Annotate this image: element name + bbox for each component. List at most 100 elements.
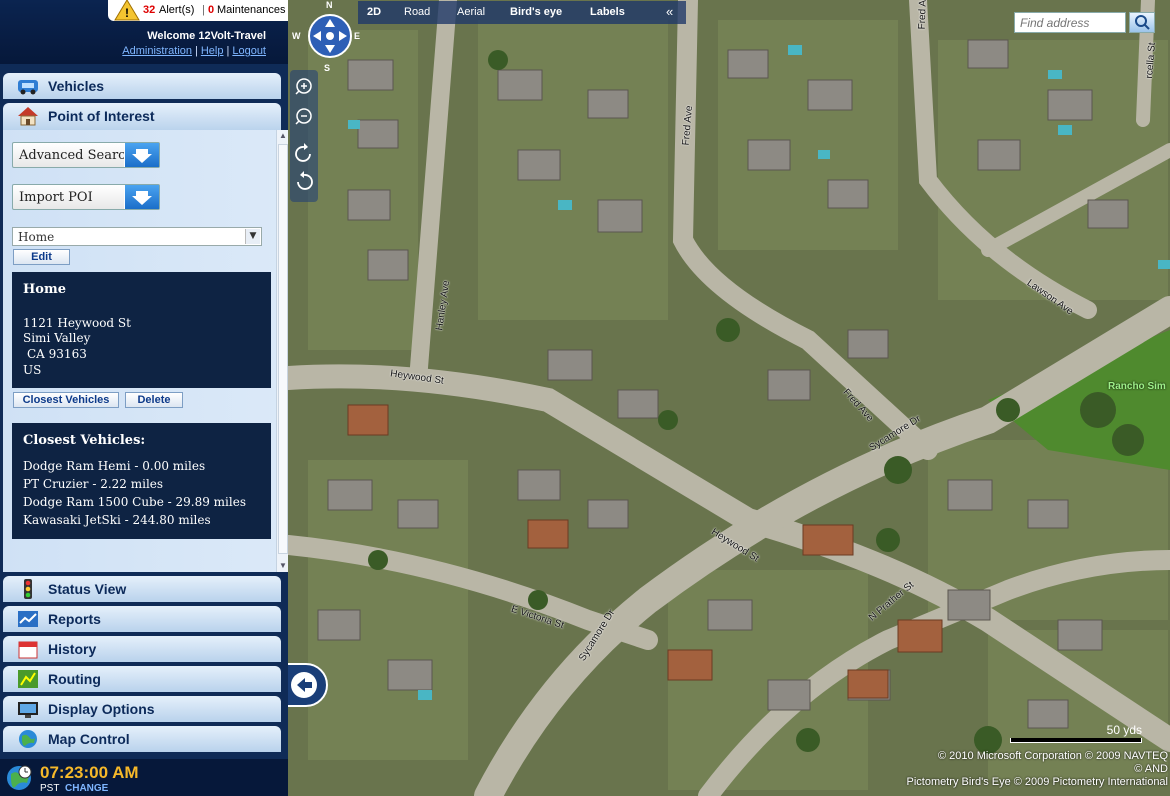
closest-vehicles-panel: Closest Vehicles: Dodge Ram Hemi - 0.00 …	[12, 423, 271, 539]
arrow-down-icon	[124, 185, 159, 209]
map-mode-aerial[interactable]: Aerial	[457, 6, 485, 18]
app-window: ! 32 Alert(s) | 0 Maintenances Welcome 1…	[0, 0, 1170, 796]
nav-status-view[interactable]: Status View	[3, 576, 281, 602]
closest-vehicles-button[interactable]: Closest Vehicles	[13, 392, 119, 408]
nav-display-options[interactable]: Display Options	[3, 696, 281, 722]
globe-icon	[19, 730, 37, 748]
map-mode-2d[interactable]: 2D	[367, 6, 381, 18]
compass-east: E	[354, 31, 361, 41]
delete-button[interactable]: Delete	[125, 392, 183, 408]
map-scale-label: 50 yds	[1106, 723, 1142, 737]
change-timezone-link[interactable]: CHANGE	[65, 783, 108, 794]
clock-timezone: PST	[40, 783, 60, 794]
sidebar: ! 32 Alert(s) | 0 Maintenances Welcome 1…	[0, 0, 289, 796]
traffic-light-icon	[24, 579, 32, 599]
maintenance-label[interactable]: Maintenances	[217, 4, 286, 16]
poi-detail: Home 1121 Heywood St Simi Valley CA 9316…	[12, 272, 271, 388]
poi-state-zip: CA 93163	[27, 347, 87, 361]
closest-vehicle-item: Kawasaki JetSki - 244.80 miles	[23, 513, 211, 527]
separator: |	[195, 45, 198, 57]
alert-count[interactable]: 32	[143, 4, 155, 16]
closest-vehicles-title: Closest Vehicles:	[23, 433, 146, 448]
credit-line: © 2010 Microsoft Corporation © 2009 NAVT…	[938, 750, 1168, 762]
alert-label[interactable]: Alert(s)	[159, 4, 194, 16]
nav-history[interactable]: History	[3, 636, 281, 662]
clock-bar: 07:23:00 AM PST CHANGE	[0, 759, 288, 796]
compass-north: N	[326, 0, 333, 10]
aerial-map-image[interactable]	[288, 0, 1170, 796]
map-mode-road[interactable]: Road	[404, 6, 430, 18]
poi-street: 1121 Heywood St	[23, 316, 131, 330]
street-label: Fred Ave	[916, 0, 930, 30]
calendar-icon	[18, 641, 38, 659]
search-button[interactable]	[1129, 12, 1155, 33]
nav-vehicles-label: Vehicles	[48, 78, 105, 94]
nav-map-control[interactable]: Map Control	[3, 726, 281, 752]
nav-display-options-label: Display Options	[48, 701, 155, 717]
import-poi-button[interactable]: Import POI	[12, 184, 160, 210]
map-toolbar: 2D Road Aerial Bird's eye Labels «	[358, 1, 686, 24]
map-view[interactable]: Heywood St Heywood St Hanley Ave Fred Av…	[288, 0, 1170, 796]
alert-icon[interactable]: !	[114, 0, 140, 21]
map-mode-birds-eye[interactable]: Bird's eye	[510, 6, 562, 18]
edit-button[interactable]: Edit	[13, 249, 70, 265]
nav-reports-label: Reports	[48, 611, 101, 627]
search-icon	[1135, 15, 1150, 30]
import-poi-label: Import POI	[19, 190, 93, 205]
poi-city: Simi Valley	[23, 331, 91, 345]
poi-panel: Advanced Search Import POI Home ▼ Edit H…	[3, 130, 289, 572]
rotate-counterclockwise-icon[interactable]	[297, 171, 313, 190]
nav-history-label: History	[48, 641, 97, 657]
welcome-text: Welcome 12Volt-Travel	[147, 30, 266, 42]
nav-vehicles[interactable]: Vehicles	[3, 73, 281, 99]
maintenance-count[interactable]: 0	[208, 4, 214, 16]
clock-globe-icon	[7, 765, 32, 790]
svg-text:!: !	[125, 6, 129, 20]
scroll-thumb[interactable]	[278, 144, 288, 554]
nav-map-control-label: Map Control	[48, 731, 130, 747]
map-scale-bar	[1010, 738, 1142, 743]
car-icon	[18, 80, 38, 95]
credit-line: © AND	[1134, 763, 1168, 775]
nav-status-view-label: Status View	[48, 581, 127, 597]
nav-poi[interactable]: Point of Interest	[3, 103, 281, 131]
nav-reports[interactable]: Reports	[3, 606, 281, 632]
zoom-out-icon[interactable]	[295, 108, 312, 125]
logout-link[interactable]: Logout	[232, 45, 266, 57]
chevron-down-icon[interactable]: ▼	[245, 229, 260, 244]
find-address-input[interactable]	[1014, 12, 1126, 33]
arrow-left-icon	[291, 672, 317, 698]
arrow-down-icon	[124, 143, 159, 167]
map-credits: © 2010 Microsoft Corporation © 2009 NAVT…	[858, 750, 1168, 789]
house-icon	[18, 107, 38, 126]
display-icon	[18, 702, 38, 718]
map-labels-toggle[interactable]: Labels	[590, 6, 625, 18]
poi-select-value: Home	[18, 230, 55, 244]
alert-bar[interactable]: ! 32 Alert(s) | 0 Maintenances	[108, 0, 288, 21]
nav-poi-label: Point of Interest	[48, 108, 155, 124]
nav-routing-label: Routing	[48, 671, 101, 687]
poi-name: Home	[23, 282, 66, 297]
compass-west: W	[292, 31, 301, 41]
chart-icon	[18, 611, 38, 627]
separator: |	[202, 4, 205, 16]
poi-select[interactable]: Home ▼	[12, 227, 262, 246]
zoom-in-icon[interactable]	[295, 78, 312, 95]
compass-south: S	[324, 63, 331, 73]
top-header: ! 32 Alert(s) | 0 Maintenances Welcome 1…	[0, 0, 288, 64]
nav-routing[interactable]: Routing	[3, 666, 281, 692]
administration-link[interactable]: Administration	[122, 45, 192, 57]
advanced-search-button[interactable]: Advanced Search	[12, 142, 160, 168]
collapse-toolbar-icon[interactable]: «	[666, 4, 673, 19]
route-icon	[18, 670, 38, 688]
advanced-search-label: Advanced Search	[19, 148, 134, 163]
top-links: Administration | Help | Logout	[0, 45, 266, 57]
place-label: Rancho Sim	[1108, 381, 1166, 392]
separator: |	[226, 45, 230, 57]
credit-line: Pictometry Bird's Eye © 2009 Pictometry …	[906, 776, 1168, 788]
collapse-sidebar-button[interactable]	[288, 663, 328, 707]
poi-country: US	[23, 363, 42, 377]
help-link[interactable]: Help	[201, 45, 224, 57]
rotate-clockwise-icon[interactable]	[295, 143, 311, 162]
closest-vehicle-item: Dodge Ram 1500 Cube - 29.89 miles	[23, 495, 246, 509]
